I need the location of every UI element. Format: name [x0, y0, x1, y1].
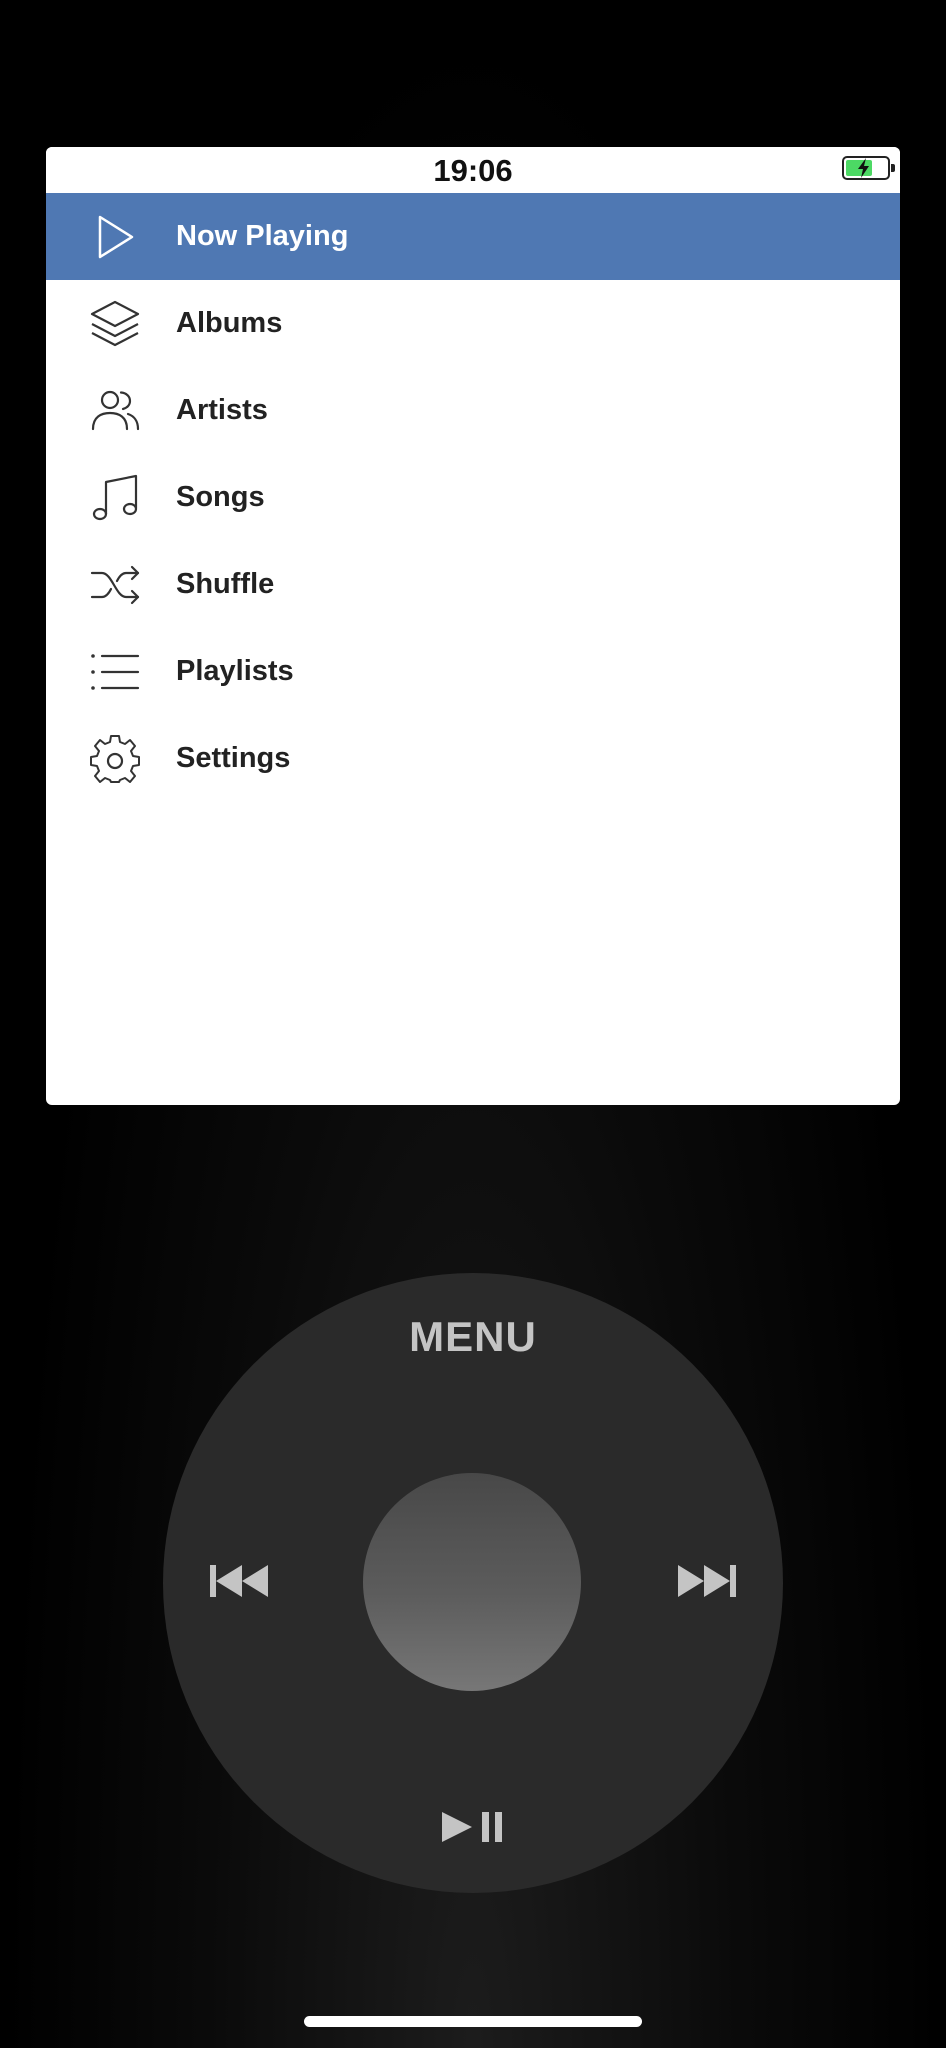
list-icon [91, 654, 140, 690]
play-icon [98, 215, 134, 259]
center-select-button[interactable] [363, 1473, 581, 1691]
menu-item-settings[interactable]: Settings [46, 715, 900, 802]
previous-track-icon[interactable] [208, 1563, 270, 1599]
click-wheel[interactable]: MENU [163, 1273, 783, 1893]
home-indicator[interactable] [304, 2016, 642, 2027]
main-menu: Now Playing Albums Artists Songs Shuffle… [46, 193, 900, 802]
menu-item-label: Artists [176, 394, 268, 426]
menu-item-label: Songs [176, 481, 265, 513]
menu-item-label: Settings [176, 742, 291, 774]
users-icon [91, 390, 140, 431]
menu-item-songs[interactable]: Songs [46, 454, 900, 541]
menu-button[interactable]: MENU [163, 1313, 783, 1361]
ipod-screen: 19:06 Now Playing Albums Artists Songs S… [46, 147, 900, 1105]
menu-item-now-playing[interactable]: Now Playing [46, 193, 900, 280]
music-note-icon [92, 474, 138, 521]
status-time: 19:06 [433, 153, 513, 188]
battery-tip [891, 164, 895, 172]
menu-item-label: Playlists [176, 655, 294, 687]
layers-icon [90, 300, 140, 347]
gear-icon [90, 735, 140, 783]
menu-item-label: Now Playing [176, 220, 349, 252]
battery-charging-icon [842, 156, 895, 180]
menu-item-label: Albums [176, 307, 283, 339]
shuffle-icon [90, 565, 140, 605]
menu-item-label: Shuffle [176, 568, 275, 600]
status-bar: 19:06 [46, 147, 900, 193]
menu-item-artists[interactable]: Artists [46, 367, 900, 454]
bolt-icon [858, 158, 869, 178]
next-track-icon[interactable] [676, 1563, 738, 1599]
menu-item-shuffle[interactable]: Shuffle [46, 541, 900, 628]
menu-item-playlists[interactable]: Playlists [46, 628, 900, 715]
menu-item-albums[interactable]: Albums [46, 280, 900, 367]
play-pause-icon[interactable] [440, 1809, 506, 1845]
